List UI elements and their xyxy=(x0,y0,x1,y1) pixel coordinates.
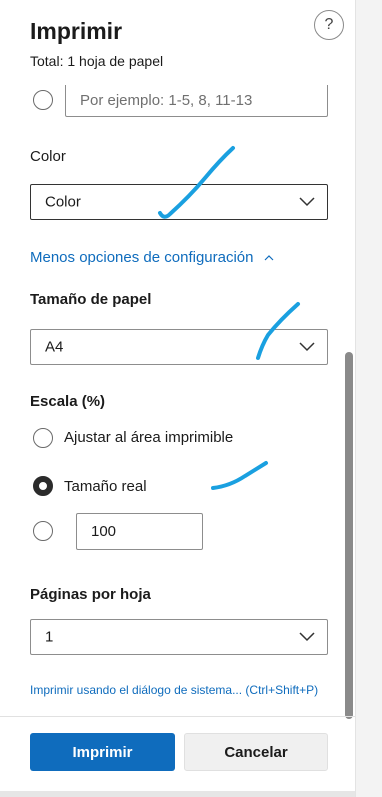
footer-divider xyxy=(0,716,355,717)
preview-area xyxy=(355,0,382,797)
pages-per-sheet-label: Páginas por hoja xyxy=(30,586,151,603)
less-options-label: Menos opciones de configuración xyxy=(30,249,254,266)
pages-per-sheet-select-value: 1 xyxy=(45,628,54,646)
scale-actual-radio[interactable] xyxy=(33,476,53,496)
print-button[interactable]: Imprimir xyxy=(30,733,175,771)
less-options-link[interactable]: Menos opciones de configuración xyxy=(30,249,274,266)
color-label: Color xyxy=(30,148,66,165)
color-select[interactable]: Color xyxy=(30,184,328,220)
paper-size-select-value: A4 xyxy=(45,338,64,356)
pages-per-sheet-select[interactable]: 1 xyxy=(30,619,328,655)
cancel-button[interactable]: Cancelar xyxy=(184,733,328,771)
scale-fit-radio[interactable] xyxy=(33,428,53,448)
scale-custom-value: 100 xyxy=(91,523,117,540)
page-title: Imprimir xyxy=(30,18,123,44)
color-select-value: Color xyxy=(45,193,81,211)
panel-divider xyxy=(355,0,356,797)
scale-custom-input[interactable]: 100 xyxy=(76,513,203,550)
help-button[interactable]: ? xyxy=(314,10,344,40)
chevron-down-icon xyxy=(299,342,315,352)
print-header: Imprimir Total: 1 hoja de papel ? xyxy=(0,0,355,85)
scale-custom-radio[interactable] xyxy=(33,521,53,541)
pages-range-placeholder: Por ejemplo: 1-5, 8, 11-13 xyxy=(80,91,253,109)
chevron-down-icon xyxy=(299,197,315,207)
print-panel: Por ejemplo: 1-5, 8, 11-13 Color Color M… xyxy=(0,0,355,797)
chevron-up-icon xyxy=(264,255,274,261)
paper-size-label: Tamaño de papel xyxy=(30,291,152,308)
sheet-count: Total: 1 hoja de papel xyxy=(30,53,164,69)
scale-actual-label: Tamaño real xyxy=(64,478,147,495)
scrollbar-thumb[interactable] xyxy=(345,352,353,719)
pages-range-input[interactable]: Por ejemplo: 1-5, 8, 11-13 xyxy=(65,83,328,117)
scale-label: Escala (%) xyxy=(30,393,106,410)
scale-fit-label: Ajustar al área imprimible xyxy=(64,429,234,446)
paper-size-select[interactable]: A4 xyxy=(30,329,328,365)
chevron-down-icon xyxy=(299,632,315,642)
help-icon: ? xyxy=(324,16,334,33)
pages-custom-radio[interactable] xyxy=(33,90,53,110)
system-dialog-link[interactable]: Imprimir usando el diálogo de sistema...… xyxy=(30,683,318,697)
bottom-edge xyxy=(0,791,355,797)
